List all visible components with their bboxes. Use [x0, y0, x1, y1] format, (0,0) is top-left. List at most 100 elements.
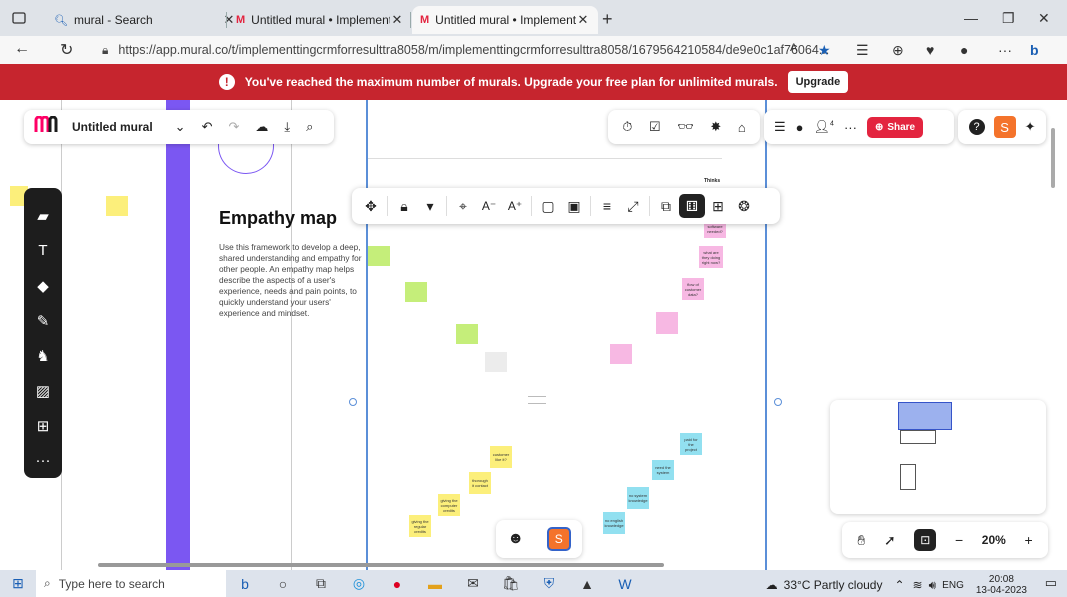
duplicate-icon[interactable]: ⧉ [653, 198, 679, 215]
tab-untitled-mural-2[interactable]: M Untitled mural • Implementting ✕ [410, 6, 598, 34]
tab-actions-icon[interactable] [8, 8, 30, 28]
sticky-note[interactable] [106, 196, 128, 216]
undo-icon[interactable]: ↶ [202, 119, 213, 135]
outline-icon[interactable]: ☰ [774, 119, 786, 135]
file-explorer-icon[interactable]: ▬ [416, 576, 454, 592]
sticky-note[interactable]: need the system [652, 460, 674, 480]
lock-icon[interactable]: 🔒︎ [391, 198, 417, 215]
connector-icon[interactable]: ⤢ [620, 198, 646, 215]
text-icon[interactable]: T [28, 233, 58, 268]
chevron-down-icon[interactable]: ⌄ [175, 119, 186, 135]
sticky-note[interactable]: customer like it? [490, 446, 512, 468]
sticky-note-icon[interactable]: ▰ [28, 198, 58, 233]
timer-icon[interactable]: ⏱ [622, 119, 632, 135]
cortana-icon[interactable]: ○ [264, 576, 302, 592]
focus-icon[interactable]: ⌖ [450, 198, 476, 215]
word-icon[interactable]: W [606, 576, 644, 592]
ai-sparkle-icon[interactable]: ✦ [1025, 119, 1036, 135]
minimap-viewport[interactable] [898, 402, 952, 430]
fit-view-icon[interactable]: ⊡ [914, 529, 937, 551]
cloud-sync-icon[interactable]: ☁ [255, 119, 268, 135]
border-icon[interactable]: ▢ [535, 198, 561, 215]
profile-icon[interactable]: ● [960, 42, 968, 58]
pen-icon[interactable]: ✎ [28, 303, 58, 338]
decrease-font-icon[interactable]: A⁻ [476, 199, 502, 213]
sticky-note[interactable]: giving the computer credits [438, 494, 460, 516]
app-icon[interactable]: ● [378, 576, 416, 592]
url-field[interactable]: 🔒︎ https://app.mural.co/t/implementtingc… [102, 38, 829, 62]
avatar[interactable]: S [546, 527, 571, 551]
sticky-note[interactable]: no english knowledge [603, 512, 625, 534]
close-icon[interactable]: ✕ [390, 12, 404, 28]
back-icon[interactable]: ← [14, 40, 30, 58]
bing-icon[interactable]: b [1030, 42, 1039, 58]
upgrade-button[interactable]: Upgrade [787, 71, 849, 93]
image-icon[interactable]: ▨ [28, 373, 58, 408]
vertical-scrollbar[interactable] [1051, 128, 1055, 188]
windows-start-icon[interactable]: ⊞ [0, 575, 36, 592]
close-window-icon[interactable]: ✕ [1038, 10, 1050, 27]
palette-icon[interactable]: ❂ [731, 198, 757, 215]
new-tab-button[interactable]: + [602, 9, 613, 30]
read-aloud-icon[interactable]: A [790, 42, 797, 54]
template-icon[interactable]: ⚅ [679, 194, 705, 218]
grid-icon[interactable]: ⊞ [705, 198, 731, 215]
llama-icon[interactable]: ♞ [28, 338, 58, 373]
resize-handle-right[interactable] [774, 398, 782, 406]
sticky-note[interactable] [485, 352, 507, 372]
task-view-icon[interactable]: ⧉ [302, 575, 340, 592]
chevron-down-icon[interactable]: ▾ [417, 198, 443, 215]
wifi-icon[interactable]: ≋ [913, 578, 923, 592]
sticky-note[interactable] [405, 282, 427, 302]
notification-icon[interactable]: ▭ [1045, 575, 1057, 591]
sticky-note[interactable] [368, 246, 390, 266]
restore-icon[interactable]: ❐ [1002, 10, 1015, 27]
weather-text[interactable]: 33°C Partly cloudy [784, 578, 883, 592]
clock[interactable]: 20:08 13-04-2023 [976, 574, 1027, 596]
collaborators-icon[interactable]: 👤︎4 [814, 119, 834, 135]
collections-icon[interactable]: ⊕ [892, 42, 904, 59]
store-icon[interactable]: 🛍︎ [492, 575, 530, 592]
comments-icon[interactable]: ● [796, 120, 804, 135]
edge-icon[interactable]: ◎ [340, 575, 378, 592]
sticky-note[interactable]: flow of customer data? [682, 278, 704, 300]
more-icon[interactable]: ··· [998, 42, 1012, 58]
minimap[interactable] [830, 400, 1046, 514]
sticky-note[interactable]: what are they doing right now? [699, 246, 723, 268]
tab-untitled-mural-1[interactable]: M Untitled mural • Implementting ✕ [226, 6, 412, 34]
defender-icon[interactable]: ⛨ [530, 575, 568, 592]
private-mode-icon[interactable]: 👓︎ [677, 119, 694, 135]
more-icon[interactable]: ··· [844, 120, 857, 135]
zoom-level[interactable]: 20% [982, 533, 1006, 547]
increase-font-icon[interactable]: A⁺ [502, 199, 528, 213]
sticky-note[interactable] [656, 312, 678, 334]
avatar[interactable]: S [993, 116, 1016, 138]
minimize-icon[interactable]: — [964, 10, 978, 26]
voting-icon[interactable]: ☑ [649, 119, 661, 135]
sticky-note[interactable]: paid for the project [680, 433, 702, 455]
laser-pointer-icon[interactable]: ✸ [710, 119, 721, 135]
download-icon[interactable]: ⤓ [284, 119, 290, 135]
favorite-star-icon[interactable]: ★ [818, 42, 831, 59]
close-icon[interactable]: ✕ [576, 12, 590, 28]
refresh-icon[interactable]: ↻ [60, 40, 73, 60]
mail-icon[interactable]: ✉ [454, 575, 492, 592]
share-button[interactable]: ⊕ Share [866, 116, 924, 138]
language-indicator[interactable]: ENG [942, 580, 964, 591]
zoom-out-button[interactable]: − [955, 532, 963, 548]
taskbar-search[interactable]: ⌕ Type here to search [36, 570, 226, 597]
bing-icon[interactable]: b [226, 576, 264, 592]
align-icon[interactable]: ≡ [594, 198, 620, 214]
resize-handle-left[interactable] [349, 398, 357, 406]
photos-icon[interactable]: ▲ [568, 576, 606, 592]
apps-icon[interactable]: ⊞ [28, 408, 58, 443]
tab-mural-search[interactable]: 🔍︎ mural - Search ✕ [46, 6, 244, 34]
mural-title[interactable]: Untitled mural [72, 120, 153, 134]
search-icon[interactable]: ⌕ [306, 119, 313, 135]
select-icon[interactable]: ➚ [884, 532, 896, 549]
sticky-note[interactable] [610, 344, 632, 364]
summon-icon[interactable]: ⌂ [738, 120, 746, 135]
sticky-note[interactable] [456, 324, 478, 344]
hand-icon[interactable]: ✋︎ [857, 532, 865, 549]
move-icon[interactable]: ✥ [358, 198, 384, 215]
